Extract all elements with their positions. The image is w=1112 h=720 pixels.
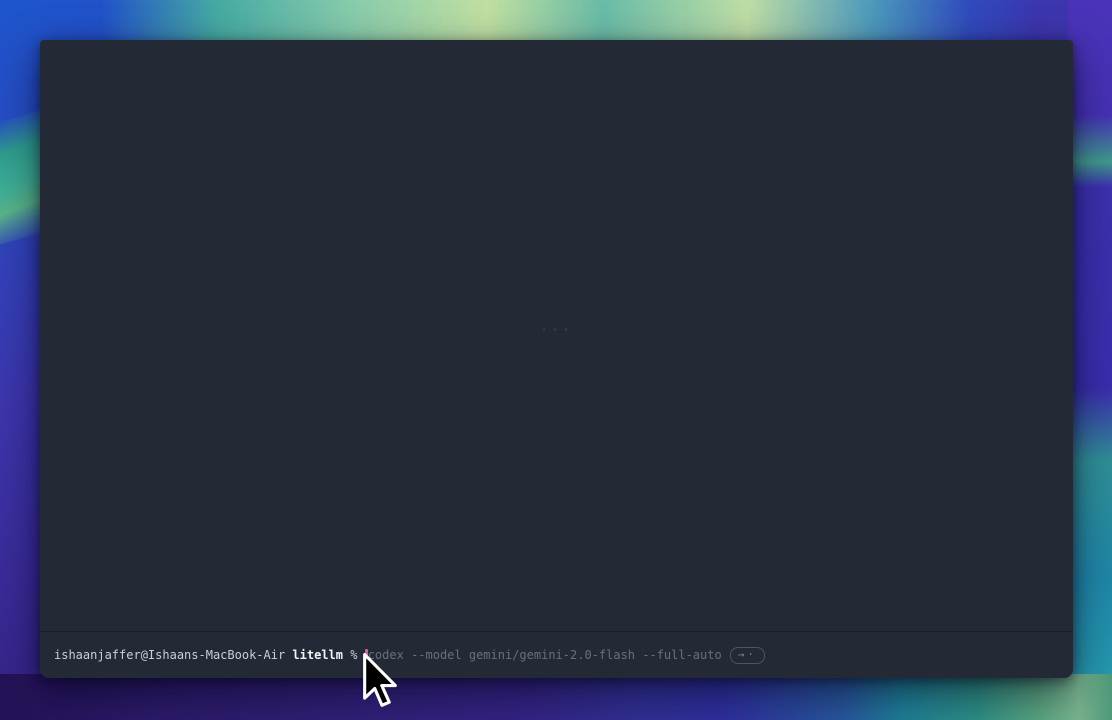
- wallpaper-right-band: [1068, 0, 1112, 720]
- wallpaper-bottom-band: [0, 674, 1112, 720]
- accept-suggestion-hint: →·: [730, 647, 765, 664]
- command-input-line[interactable]: ishaanjaffer@Ishaans-MacBook-Air litellm…: [40, 632, 1073, 678]
- prompt-user-host: ishaanjaffer@Ishaans-MacBook-Air: [54, 647, 285, 663]
- command-autosuggestion: codex --model gemini/gemini-2.0-flash --…: [368, 647, 722, 663]
- prompt-symbol: %: [350, 647, 357, 663]
- terminal-output-area[interactable]: ···: [40, 40, 1073, 632]
- desktop: ··· ishaanjaffer@Ishaans-MacBook-Air lit…: [0, 0, 1112, 720]
- terminal-window[interactable]: ··· ishaanjaffer@Ishaans-MacBook-Air lit…: [40, 40, 1073, 678]
- loading-dots: ···: [540, 323, 572, 338]
- prompt-directory: litellm: [292, 647, 343, 663]
